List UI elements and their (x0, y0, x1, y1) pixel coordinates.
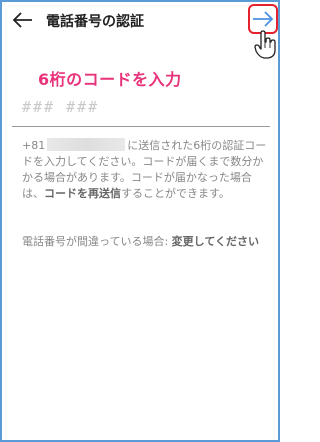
app-window: 電話番号の認証 6桁のコードを入力 +81に送信された6桁の認証コードを入力して… (0, 0, 280, 442)
info-text-part2: することができます。 (121, 187, 230, 200)
wrong-number-text: 電話番号が間違っている場合: (22, 235, 172, 248)
wrong-number-info: 電話番号が間違っている場合: 変更してください (22, 234, 270, 250)
verification-info: +81 に送信された6桁の認証コードを入力してください。コードが届くまで数分かかる… (22, 138, 270, 202)
resend-code-link[interactable]: コードを再送信 (44, 187, 121, 200)
change-number-link[interactable]: 変更してください (172, 235, 259, 248)
arrow-left-icon (12, 12, 32, 28)
instruction-annotation: 6桁のコードを入力 (38, 70, 182, 89)
arrow-right-icon (253, 11, 274, 27)
page-title: 電話番号の認証 (46, 14, 144, 30)
pointer-hand-icon (253, 30, 277, 60)
phone-country-code: +81 (22, 139, 46, 152)
app-header: 電話番号の認証 (2, 2, 278, 59)
code-input-underline (12, 126, 270, 127)
redacted-phone-number (47, 138, 126, 151)
verification-code-input[interactable] (22, 94, 266, 120)
back-button[interactable] (10, 9, 34, 31)
